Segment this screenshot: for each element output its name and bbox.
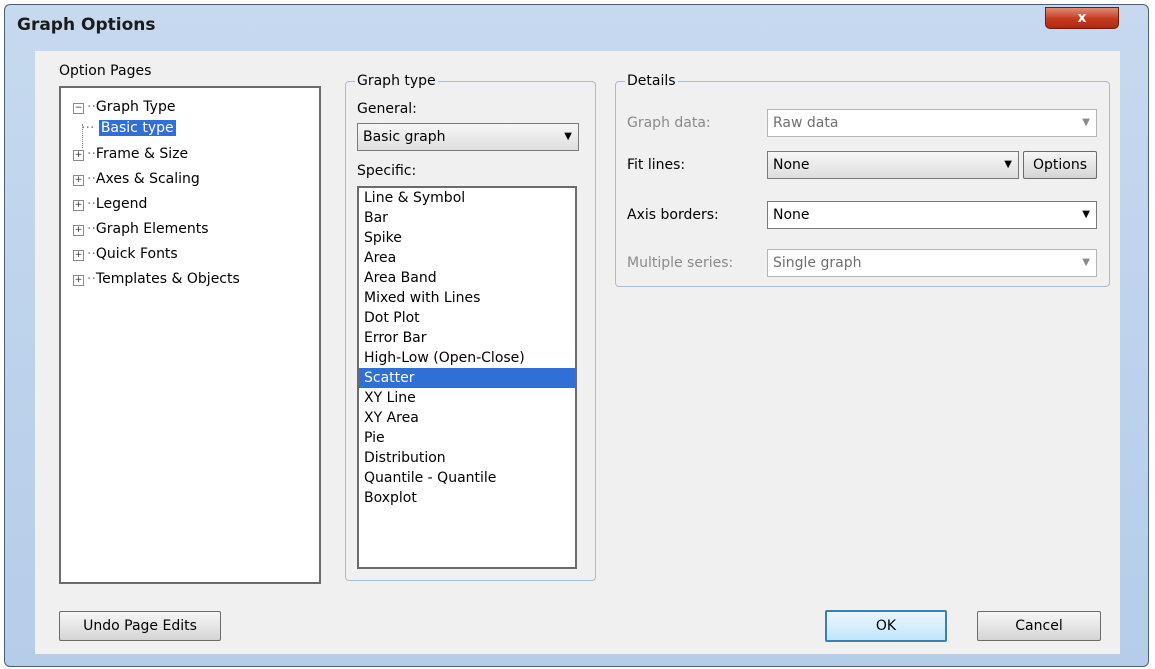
tree-item-legend[interactable]: + ··Legend <box>73 193 147 215</box>
minus-box-icon[interactable]: − <box>73 103 84 114</box>
list-item[interactable]: Quantile - Quantile <box>359 468 575 488</box>
graph-data-dropdown[interactable]: Raw data ▼ <box>767 109 1097 137</box>
multiple-series-label: Multiple series: <box>627 255 734 271</box>
tree-item-label: Frame & Size <box>95 146 189 162</box>
fit-lines-value: None <box>773 157 810 173</box>
tree-item-graph-elements[interactable]: + ··Graph Elements <box>73 218 209 240</box>
chevron-down-icon: ▼ <box>1082 209 1090 220</box>
graph-data-label: Graph data: <box>627 115 711 131</box>
fit-lines-dropdown[interactable]: None ▼ <box>767 151 1019 179</box>
specific-label: Specific: <box>357 163 417 179</box>
undo-page-edits-button[interactable]: Undo Page Edits <box>59 611 221 641</box>
graph-type-group-label: Graph type <box>355 73 438 89</box>
list-item[interactable]: Spike <box>359 228 575 248</box>
option-pages-tree[interactable]: − ··Graph Type ··· Basic type + ··Frame & … <box>59 86 321 584</box>
dialog-body: Option Pages − ··Graph Type ··· Basic typ… <box>35 51 1120 654</box>
chevron-down-icon: ▼ <box>1082 117 1090 128</box>
tree-item-label: Quick Fonts <box>95 246 178 262</box>
list-item[interactable]: Pie <box>359 428 575 448</box>
fit-lines-label: Fit lines: <box>627 157 686 173</box>
cancel-button[interactable]: Cancel <box>977 611 1101 641</box>
specific-listbox[interactable]: Line & Symbol Bar Spike Area Area Band M… <box>357 186 577 569</box>
axis-borders-dropdown[interactable]: None ▼ <box>767 201 1097 229</box>
window-title: Graph Options <box>17 15 156 35</box>
tree-item-basic-type[interactable]: ··· Basic type <box>81 117 176 139</box>
plus-box-icon[interactable]: + <box>73 250 84 261</box>
tree-item-templates-objects[interactable]: + ··Templates & Objects <box>73 268 240 290</box>
list-item[interactable]: Bar <box>359 208 575 228</box>
axis-borders-label: Axis borders: <box>627 207 719 223</box>
multiple-series-dropdown[interactable]: Single graph ▼ <box>767 249 1097 277</box>
list-item[interactable]: Mixed with Lines <box>359 288 575 308</box>
list-item[interactable]: XY Line <box>359 388 575 408</box>
plus-box-icon[interactable]: + <box>73 200 84 211</box>
list-item[interactable]: Area <box>359 248 575 268</box>
general-value: Basic graph <box>363 129 446 145</box>
list-item[interactable]: Error Bar <box>359 328 575 348</box>
plus-box-icon[interactable]: + <box>73 150 84 161</box>
list-item-selected[interactable]: Scatter <box>359 368 575 388</box>
tree-item-label: Graph Type <box>95 99 176 115</box>
tree-item-label: Graph Elements <box>95 221 209 237</box>
plus-box-icon[interactable]: + <box>73 275 84 286</box>
details-group-label: Details <box>625 73 678 89</box>
general-dropdown[interactable]: Basic graph ▼ <box>357 123 579 151</box>
close-button[interactable]: x <box>1045 7 1119 29</box>
chevron-down-icon: ▼ <box>1082 257 1090 268</box>
tree-item-label: Axes & Scaling <box>95 171 200 187</box>
plus-box-icon[interactable]: + <box>73 225 84 236</box>
graph-data-value: Raw data <box>773 115 839 131</box>
close-icon: x <box>1077 10 1087 26</box>
list-item[interactable]: Area Band <box>359 268 575 288</box>
dialog-window: Graph Options x Option Pages − ··Graph Ty… <box>4 4 1149 667</box>
chevron-down-icon: ▼ <box>564 131 572 142</box>
list-item[interactable]: Line & Symbol <box>359 188 575 208</box>
tree-item-quick-fonts[interactable]: + ··Quick Fonts <box>73 243 178 265</box>
list-item[interactable]: Distribution <box>359 448 575 468</box>
list-item[interactable]: High-Low (Open-Close) <box>359 348 575 368</box>
title-bar[interactable]: Graph Options x <box>5 5 1148 49</box>
tree-item-label: Basic type <box>98 120 176 136</box>
chevron-down-icon: ▼ <box>1004 159 1012 170</box>
tree-item-graph-type[interactable]: − ··Graph Type <box>73 96 175 118</box>
plus-box-icon[interactable]: + <box>73 175 84 186</box>
tree-item-label: Legend <box>95 196 148 212</box>
options-button[interactable]: Options <box>1023 151 1097 179</box>
list-item[interactable]: Boxplot <box>359 488 575 508</box>
option-pages-label: Option Pages <box>57 63 154 79</box>
list-item[interactable]: Dot Plot <box>359 308 575 328</box>
list-item[interactable]: XY Area <box>359 408 575 428</box>
tree-item-frame-size[interactable]: + ··Frame & Size <box>73 143 188 165</box>
general-label: General: <box>357 101 417 117</box>
axis-borders-value: None <box>773 207 810 223</box>
multiple-series-value: Single graph <box>773 255 862 271</box>
tree-item-label: Templates & Objects <box>95 271 240 287</box>
tree-item-axes-scaling[interactable]: + ··Axes & Scaling <box>73 168 200 190</box>
ok-button[interactable]: OK <box>825 610 947 642</box>
